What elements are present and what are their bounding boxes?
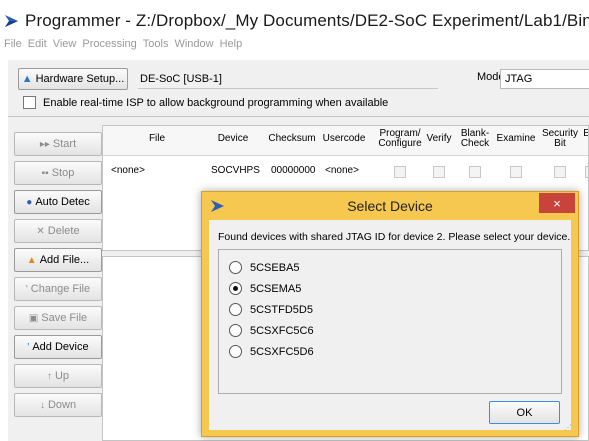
hardware-setup-label: Hardware Setup... xyxy=(35,73,125,85)
device-option-5csema5[interactable]: 5CSEMA5 xyxy=(229,282,301,295)
device-option-5csebA5[interactable]: 5CSEBA5 xyxy=(229,261,300,274)
device-option-5csxfc5c6[interactable]: 5CSXFC5C6 xyxy=(229,324,314,337)
cell-device: SOCVHPS xyxy=(211,165,260,176)
up-label: Up xyxy=(54,370,70,382)
radio-button[interactable] xyxy=(229,324,242,337)
add-device-icon: ' xyxy=(27,341,30,353)
radio-button[interactable] xyxy=(229,261,242,274)
add-file-icon: ▲ xyxy=(26,254,37,266)
table-header: File Device Checksum Usercode Program/ C… xyxy=(103,126,588,156)
stop-label: Stop xyxy=(51,167,75,179)
column-header-device[interactable]: Device xyxy=(211,134,255,144)
column-header-examine[interactable]: Examine xyxy=(495,134,537,144)
column-header-checksum[interactable]: Checksum xyxy=(268,134,316,144)
device-option-label: 5CSEMA5 xyxy=(250,282,302,295)
save-file-label: Save File xyxy=(41,312,88,324)
stop-icon: ▪▪ xyxy=(41,167,49,179)
column-header-program-configure[interactable]: Program/ Configure xyxy=(374,129,426,149)
add-file-button[interactable]: ▲ Add File... xyxy=(14,248,102,272)
security-bit-checkbox[interactable] xyxy=(554,166,566,178)
radio-button[interactable] xyxy=(229,303,242,316)
auto-detect-button[interactable]: ● Auto Detec xyxy=(14,190,102,214)
down-label: Down xyxy=(47,399,77,411)
mode-select[interactable]: JTAG xyxy=(500,69,589,89)
menu-processing[interactable]: Processing xyxy=(82,38,136,56)
close-button[interactable]: × xyxy=(539,193,575,213)
ok-button[interactable]: OK xyxy=(489,401,560,424)
dialog-title: Select Device xyxy=(347,198,433,214)
menu-edit[interactable]: Edit xyxy=(28,38,47,56)
auto-detect-icon: ● xyxy=(26,196,33,208)
device-option-label: 5CSXFC5C6 xyxy=(250,324,314,337)
hardware-value: DE-SoC [USB-1] xyxy=(138,69,438,89)
stop-button[interactable]: ▪▪ Stop xyxy=(14,161,102,185)
delete-icon: ✕ xyxy=(36,225,45,237)
menu-file[interactable]: File xyxy=(4,38,22,56)
verify-checkbox[interactable] xyxy=(433,166,445,178)
add-device-label: Add Device xyxy=(32,341,89,353)
radio-button[interactable] xyxy=(229,345,242,358)
menu-view[interactable]: View xyxy=(53,38,77,56)
up-icon: ↑ xyxy=(46,370,52,382)
resize-grip-icon[interactable]: ⋰ xyxy=(564,423,572,432)
erase-checkbox[interactable] xyxy=(585,166,588,178)
start-icon: ▸▸ xyxy=(39,138,50,150)
menu-bar: File Edit View Processing Tools Window H… xyxy=(0,38,589,56)
program-checkbox[interactable] xyxy=(394,166,406,178)
column-header-verify[interactable]: Verify xyxy=(423,134,455,144)
examine-checkbox[interactable] xyxy=(510,166,522,178)
device-option-5csxfc5d6[interactable]: 5CSXFC5D6 xyxy=(229,345,314,358)
title-bar: Programmer - Z:/Dropbox/_My Documents/DE… xyxy=(0,8,589,34)
isp-checkbox[interactable] xyxy=(23,96,36,109)
device-option-5cstfd5d5[interactable]: 5CSTFD5D5 xyxy=(229,303,313,316)
quartus-programmer-icon xyxy=(3,12,21,30)
menu-help[interactable]: Help xyxy=(220,38,243,56)
cell-file: <none> xyxy=(111,165,145,176)
hardware-row: ▲ Hardware Setup... DE-SoC [USB-1] xyxy=(18,68,438,90)
device-option-list: 5CSEBA5 5CSEMA5 5CSTFD5D5 5CSXFC5C6 5CSX… xyxy=(218,249,562,394)
down-icon: ↓ xyxy=(39,399,45,411)
add-device-button[interactable]: ' Add Device xyxy=(14,335,102,359)
radio-button-selected[interactable] xyxy=(229,282,242,295)
change-file-icon: ' xyxy=(25,283,28,295)
delete-button[interactable]: ✕ Delete xyxy=(14,219,102,243)
column-header-security-bit[interactable]: Security Bit xyxy=(538,129,582,149)
isp-label: Enable real-time ISP to allow background… xyxy=(43,96,389,109)
up-button[interactable]: ↑ Up xyxy=(14,364,102,388)
save-file-icon: ▣ xyxy=(28,312,39,324)
device-option-label: 5CSTFD5D5 xyxy=(250,303,313,316)
column-header-blank-check[interactable]: Blank- Check xyxy=(458,129,492,149)
auto-detect-label: Auto Detec xyxy=(35,196,90,208)
column-header-usercode[interactable]: Usercode xyxy=(319,134,369,144)
divider xyxy=(8,116,589,117)
add-file-label: Add File... xyxy=(39,254,90,266)
delete-label: Delete xyxy=(47,225,80,237)
change-file-label: Change File xyxy=(30,283,91,295)
dialog-body: Found devices with shared JTAG ID for de… xyxy=(209,220,572,432)
device-option-label: 5CSEBA5 xyxy=(250,261,300,274)
column-header-file[interactable]: File xyxy=(145,134,169,144)
start-label: Start xyxy=(52,138,77,150)
isp-row: Enable real-time ISP to allow background… xyxy=(23,96,388,109)
save-file-button[interactable]: ▣ Save File xyxy=(14,306,102,330)
down-button[interactable]: ↓ Down xyxy=(14,393,102,417)
dialog-message: Found devices with shared JTAG ID for de… xyxy=(218,231,571,243)
blank-check-checkbox[interactable] xyxy=(469,166,481,178)
change-file-button[interactable]: ' Change File xyxy=(14,277,102,301)
dialog-title-bar: Select Device × xyxy=(202,192,578,220)
hardware-setup-icon: ▲ xyxy=(21,73,33,85)
start-button[interactable]: ▸▸ Start xyxy=(14,132,102,156)
select-device-dialog: Select Device × Found devices with share… xyxy=(201,191,579,437)
hardware-setup-button[interactable]: ▲ Hardware Setup... xyxy=(18,68,128,90)
device-option-label: 5CSXFC5D6 xyxy=(250,345,314,358)
menu-window[interactable]: Window xyxy=(174,38,213,56)
cell-usercode: <none> xyxy=(325,165,359,176)
window-title: Programmer - Z:/Dropbox/_My Documents/DE… xyxy=(25,11,589,30)
column-header-erase[interactable]: Era xyxy=(581,129,588,139)
side-button-panel: ▸▸ Start ▪▪ Stop ● Auto Detec ✕ Delete ▲… xyxy=(8,122,108,437)
menu-tools[interactable]: Tools xyxy=(143,38,169,56)
cell-checksum: 00000000 xyxy=(271,165,316,176)
